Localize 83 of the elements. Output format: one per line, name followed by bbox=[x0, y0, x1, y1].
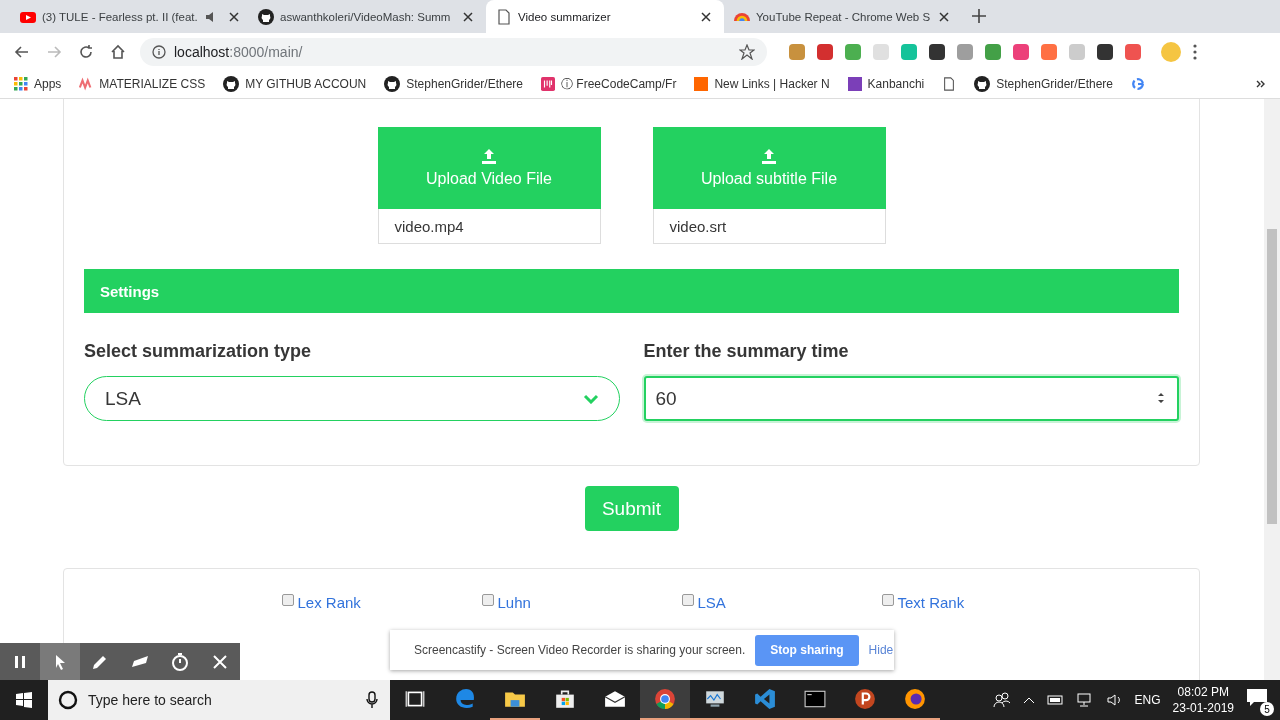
field-label: Select summarization type bbox=[84, 341, 313, 362]
upload-icon bbox=[481, 148, 497, 164]
people-icon[interactable] bbox=[992, 691, 1011, 709]
envelope-icon bbox=[604, 691, 626, 707]
chrome-icon bbox=[655, 689, 675, 709]
checkbox[interactable] bbox=[281, 594, 294, 606]
chevron-icon bbox=[582, 393, 599, 404]
edge-icon bbox=[456, 689, 474, 708]
apps-grid-icon bbox=[14, 77, 28, 91]
search-field[interactable]: Type here to search bbox=[48, 680, 390, 720]
address-bar[interactable]: localhost:8000/main/ bbox=[140, 37, 767, 66]
vscode-icon bbox=[755, 689, 775, 709]
upload-icon bbox=[761, 148, 777, 164]
bookmark[interactable]: MY GITHUB ACCOUN bbox=[223, 76, 367, 92]
extension-icon[interactable] bbox=[1097, 43, 1113, 60]
checkbox[interactable] bbox=[481, 594, 494, 606]
file-name: video.srt bbox=[652, 209, 886, 244]
m-logo-icon bbox=[79, 77, 94, 91]
eraser-icon bbox=[132, 656, 148, 667]
caret-up-icon[interactable] bbox=[1022, 696, 1035, 704]
octocat-icon bbox=[974, 76, 991, 92]
bookmark[interactable]: ⓘ FreeCodeCamp/Fr bbox=[541, 75, 677, 93]
browser-tab[interactable]: aswanthkoleri/VideoMash: Summ bbox=[248, 0, 486, 33]
pencil-icon bbox=[93, 656, 106, 669]
bookmark[interactable]: Apps bbox=[14, 77, 62, 91]
sharing-message: Screencastify - Screen Video Recorder is sharing your screen. bbox=[414, 643, 746, 657]
method-link[interactable]: Text Rank bbox=[897, 593, 965, 611]
stopwatch-icon bbox=[172, 653, 188, 671]
scrollbar-thumb[interactable] bbox=[1267, 229, 1277, 524]
plus-icon[interactable] bbox=[972, 9, 986, 23]
method-link[interactable]: LSA bbox=[697, 593, 726, 611]
tool-button[interactable] bbox=[40, 643, 80, 680]
bookmark[interactable]: StephenGrider/Ethere bbox=[974, 76, 1114, 92]
checkbox[interactable] bbox=[881, 594, 894, 606]
shopping-bag-icon bbox=[556, 690, 574, 708]
field-label: Enter the summary time bbox=[643, 341, 850, 362]
folder-icon bbox=[505, 692, 525, 707]
star-icon[interactable] bbox=[739, 43, 755, 60]
k-logo-icon bbox=[847, 77, 862, 91]
page-icon bbox=[496, 8, 512, 25]
p-logo-icon bbox=[855, 689, 875, 709]
bars-icon bbox=[541, 77, 556, 91]
close-icon bbox=[213, 655, 227, 669]
rainbow-icon bbox=[734, 12, 750, 21]
extension-icon[interactable] bbox=[929, 43, 945, 60]
octocat-icon bbox=[384, 76, 401, 92]
task-view-icon bbox=[405, 690, 425, 708]
google-g-icon[interactable] bbox=[1131, 77, 1146, 91]
bookmark[interactable]: Kanbanchi bbox=[847, 77, 925, 91]
browser-tab[interactable]: (3) TULE - Fearless pt. II (feat. bbox=[10, 0, 248, 33]
hide-link[interactable]: Hide bbox=[868, 643, 894, 657]
clock[interactable]: 08:02 PM 23-01-2019 bbox=[1172, 684, 1234, 716]
info-icon[interactable] bbox=[152, 44, 166, 59]
terminal-icon bbox=[804, 690, 826, 708]
page-icon[interactable] bbox=[942, 77, 957, 91]
windows-icon[interactable] bbox=[16, 692, 32, 708]
pointer-icon bbox=[56, 655, 65, 670]
chevrons-icon[interactable] bbox=[1256, 79, 1266, 89]
bookmark[interactable]: MATERIALIZE CSS bbox=[79, 77, 206, 91]
method-link[interactable]: Lex Rank bbox=[297, 593, 361, 611]
monitor-icon bbox=[706, 691, 724, 707]
browser-tab[interactable]: Video summarizer bbox=[486, 0, 724, 33]
pause-icon bbox=[15, 656, 25, 668]
speaker-icon[interactable] bbox=[1106, 693, 1123, 707]
spinner-icon[interactable] bbox=[1157, 390, 1165, 406]
taskbar-app[interactable] bbox=[640, 680, 690, 720]
language-indicator[interactable]: ENG bbox=[1134, 693, 1161, 707]
y-logo-icon bbox=[694, 77, 709, 91]
octocat-icon bbox=[223, 76, 240, 92]
cortana-icon bbox=[58, 690, 78, 710]
browser-tab[interactable]: YouTube Repeat - Chrome Web S bbox=[724, 0, 962, 33]
file-name: video.mp4 bbox=[377, 209, 601, 244]
firefox-icon bbox=[905, 689, 925, 709]
settings-header: Settings bbox=[84, 269, 1179, 313]
bookmark[interactable]: New Links | Hacker N bbox=[694, 77, 830, 91]
octocat-icon bbox=[258, 8, 274, 25]
checkbox[interactable] bbox=[681, 594, 694, 606]
time-input[interactable]: 60 bbox=[643, 376, 1179, 421]
more-icon[interactable] bbox=[1193, 43, 1197, 60]
bookmark[interactable]: StephenGrider/Ethere bbox=[384, 76, 524, 92]
microphone-icon[interactable] bbox=[366, 691, 378, 709]
battery-icon[interactable] bbox=[1046, 694, 1065, 706]
method-link[interactable]: Luhn bbox=[497, 593, 531, 611]
